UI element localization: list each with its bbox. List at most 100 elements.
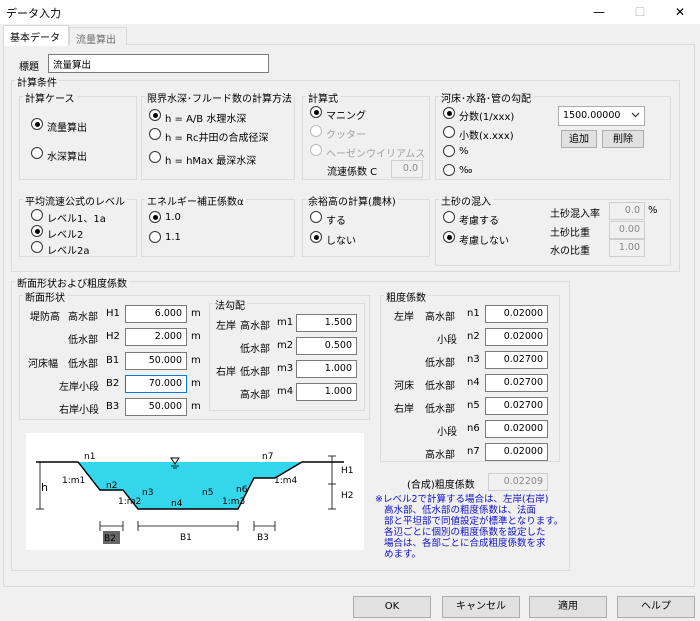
- radio-dot: [152, 214, 158, 220]
- sediment-rate-unit: %: [648, 205, 658, 216]
- radio-percent[interactable]: [443, 145, 455, 157]
- title-label: 標題: [19, 62, 39, 73]
- shape-row-4-label-b: 左岸小段: [59, 382, 99, 393]
- label-B1: B1: [180, 533, 192, 543]
- radio-method-a[interactable]: [149, 109, 161, 121]
- tab-flow-calc[interactable]: 流量算出: [69, 27, 127, 46]
- tab-basic-data[interactable]: 基本データ: [3, 25, 69, 46]
- radio-dot: [152, 112, 158, 118]
- rough-row-4-part: 低水部: [425, 381, 455, 392]
- slope-row-3-key: m3: [277, 363, 294, 374]
- rough-row-5-side: 右岸: [394, 404, 414, 415]
- slope-row-1-part: 高水部: [240, 321, 270, 332]
- slope-row-2-key: m2: [277, 340, 294, 351]
- n5-input[interactable]: 0.02700: [485, 397, 548, 415]
- apply-button[interactable]: 適用: [529, 596, 607, 618]
- radio-dot: [34, 228, 40, 234]
- m3-input[interactable]: 1.000: [296, 360, 357, 378]
- radio-kutter: [310, 125, 322, 137]
- cancel-button[interactable]: キャンセル: [442, 596, 520, 618]
- radio-dot: [446, 234, 452, 240]
- m4-input[interactable]: 1.000: [296, 383, 357, 401]
- n3-input[interactable]: 0.02700: [485, 351, 548, 369]
- radio-percent-label: %: [459, 146, 469, 157]
- slope-row-3-side: 右岸: [216, 367, 236, 378]
- n7-input[interactable]: 0.02000: [485, 443, 548, 461]
- shape-row-5-key: B3: [106, 401, 120, 412]
- radio-method-c[interactable]: [149, 151, 161, 163]
- h2-input[interactable]: 2.000: [125, 328, 187, 346]
- radio-freeboard-no[interactable]: [310, 231, 322, 243]
- radio-level-2[interactable]: [31, 225, 43, 237]
- shape-row-1-key: H1: [106, 308, 120, 319]
- b3-input[interactable]: 50.000: [125, 398, 187, 416]
- radio-dot: [313, 109, 319, 115]
- maximize-button: ☐: [634, 5, 646, 19]
- radio-energy-1-0-label: 1.0: [165, 212, 181, 223]
- radio-manning[interactable]: [310, 106, 322, 118]
- rough-row-6-key: n6: [467, 423, 480, 434]
- b2-input[interactable]: 70.000: [125, 375, 187, 393]
- title-input[interactable]: 流量算出: [48, 54, 269, 73]
- rough-row-2-key: n2: [467, 331, 480, 342]
- radio-decimal[interactable]: [443, 126, 455, 138]
- n4-input[interactable]: 0.02700: [485, 374, 548, 392]
- label-n4: n4: [171, 499, 183, 509]
- label-m3: 1:m3: [222, 497, 245, 507]
- radio-freeboard-yes-label: する: [326, 216, 346, 227]
- label-h: h: [41, 481, 48, 494]
- ok-button[interactable]: OK: [353, 596, 431, 618]
- radio-permil[interactable]: [443, 164, 455, 176]
- b1-input[interactable]: 50.000: [125, 352, 187, 370]
- close-button[interactable]: ✕: [666, 2, 694, 22]
- shape-row-5-label-b: 右岸小段: [59, 405, 99, 416]
- sediment-title: 土砂の混入: [439, 193, 493, 208]
- m1-input[interactable]: 1.500: [296, 314, 357, 332]
- sediment-rate-label: 土砂混入率: [550, 209, 600, 220]
- radio-depth-calc[interactable]: [31, 147, 43, 159]
- side-slope-title: 法勾配: [213, 297, 247, 312]
- slope-row-4-part: 高水部: [240, 390, 270, 401]
- shape-row-1-label-b: 高水部: [68, 312, 98, 323]
- calc-case-group: [19, 96, 137, 180]
- radio-freeboard-yes[interactable]: [310, 211, 322, 223]
- radio-method-b[interactable]: [149, 128, 161, 140]
- radio-sediment-no[interactable]: [443, 231, 455, 243]
- radio-freeboard-no-label: しない: [326, 236, 356, 247]
- sediment-rate-input: 0.0: [609, 202, 645, 220]
- label-B3: B3: [257, 533, 269, 543]
- h1-input[interactable]: 6.000: [125, 305, 187, 323]
- slope-combo[interactable]: 1500.00000: [558, 106, 645, 126]
- radio-level-1-label: レベル1、1a: [47, 214, 106, 225]
- radio-energy-1-0[interactable]: [149, 211, 161, 223]
- n6-input[interactable]: 0.02000: [485, 420, 548, 438]
- rough-row-5-part: 低水部: [425, 404, 455, 415]
- add-button[interactable]: 追加: [561, 130, 597, 148]
- label-n6: n6: [236, 485, 248, 495]
- radio-sediment-yes[interactable]: [443, 211, 455, 223]
- shape-row-3-label-b: 低水部: [68, 359, 98, 370]
- radio-level-2a[interactable]: [31, 241, 43, 253]
- formula-title: 計算式: [306, 90, 340, 105]
- slope-row-1-key: m1: [277, 317, 294, 328]
- radio-fraction[interactable]: [443, 107, 455, 119]
- radio-sediment-yes-label: 考慮する: [459, 216, 499, 227]
- rough-row-7-key: n7: [467, 446, 480, 457]
- radio-flow-calc[interactable]: [31, 118, 43, 130]
- radio-level-1[interactable]: [31, 209, 43, 221]
- radio-method-c-label: h = hMax 最深水深: [165, 156, 257, 167]
- label-n2: n2: [106, 481, 117, 491]
- velocity-coef-label: 流速係数 C: [327, 167, 378, 178]
- label-H1: H1: [341, 466, 354, 476]
- critical-depth-title: 限界水深･フルード数の計算方法: [145, 90, 294, 105]
- delete-button[interactable]: 削除: [602, 130, 644, 148]
- n2-input[interactable]: 0.02000: [485, 328, 548, 346]
- radio-dot: [446, 110, 452, 116]
- help-button[interactable]: ヘルプ: [617, 596, 695, 618]
- b3-unit: m: [191, 401, 201, 412]
- n1-input[interactable]: 0.02000: [485, 305, 548, 323]
- rough-row-4-side: 河床: [394, 381, 414, 392]
- minimize-button[interactable]: —: [585, 2, 613, 22]
- radio-energy-1-1[interactable]: [149, 231, 161, 243]
- m2-input[interactable]: 0.500: [296, 337, 357, 355]
